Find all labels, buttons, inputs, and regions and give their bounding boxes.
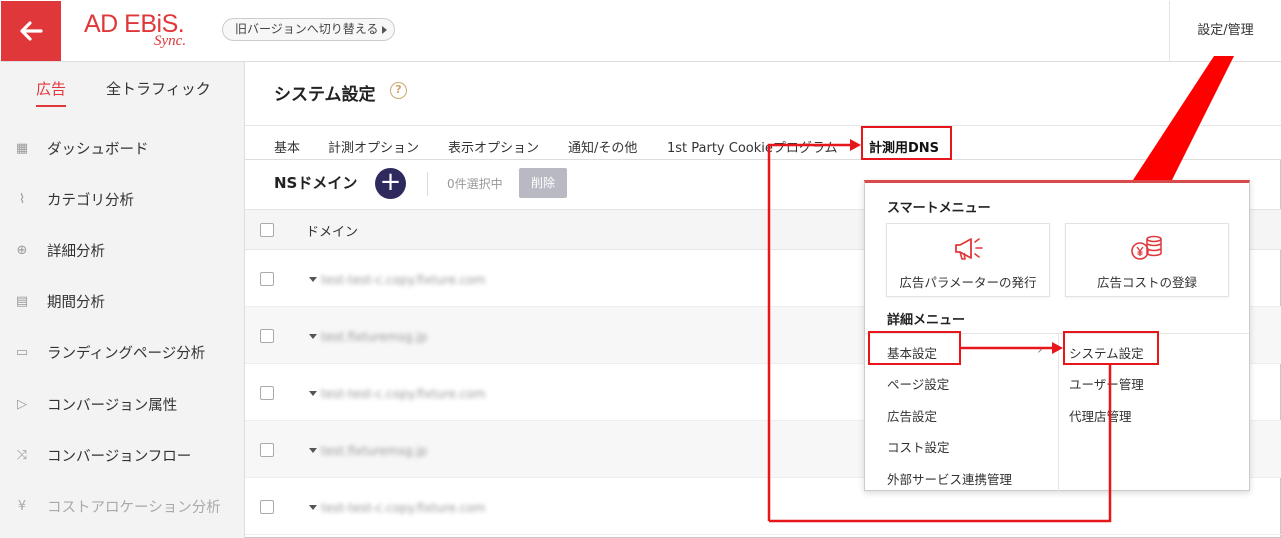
row-domain: test.fixturemsg.jp [321, 444, 428, 458]
yen-icon: ¥ [17, 498, 27, 514]
sidebar-tabs: 広告 全トラフィック [0, 62, 244, 124]
smart-card-label: 広告コストの登録 [1096, 275, 1197, 290]
switch-version-button[interactable]: 旧バージョンへ切り替える [222, 18, 396, 41]
switch-version-label: 旧バージョンへ切り替える [235, 22, 379, 36]
sidebar-item-detail-analysis[interactable]: ⊕ 詳細分析 [0, 225, 244, 276]
tab-notification-other[interactable]: 通知/その他 [568, 137, 637, 156]
sidebar-item-period-analysis[interactable]: ▤ 期間分析 [0, 276, 244, 327]
smart-card-ad-parameter[interactable]: 広告パラメーターの発行 [886, 223, 1050, 297]
tab-1st-party-cookie[interactable]: 1st Party Cookieプログラム [667, 137, 838, 156]
menu-item-ad-settings[interactable]: 広告設定 [887, 406, 937, 425]
menu-item-external-services[interactable]: 外部サービス連携管理 [887, 469, 1012, 488]
row-domain: test-test-c.copy.fixture.com [321, 501, 486, 515]
detail-menu-title: 詳細メニュー [887, 313, 966, 328]
sidebar-item-dashboard[interactable]: ▦ ダッシュボード [0, 123, 244, 174]
smart-card-ad-cost[interactable]: 広告コストの登録 [1065, 223, 1229, 297]
sidebar-item-label: コンバージョンフロー [47, 449, 192, 465]
row-checkbox[interactable] [260, 272, 274, 286]
shuffle-icon: ⤨ [16, 447, 28, 463]
arrow-left-icon [20, 21, 43, 41]
menu-item-cost-settings[interactable]: コスト設定 [887, 437, 950, 456]
grid-icon: ▦ [15, 140, 29, 156]
help-icon[interactable]: ? [390, 82, 407, 99]
adebis-logo[interactable]: AD EBiS. Sync. [84, 10, 204, 54]
column-header-domain: ドメイン [306, 225, 359, 240]
highlight-box-system-settings [1063, 331, 1159, 365]
window-icon: ▭ [15, 344, 29, 360]
sidebar-item-conversion-flow[interactable]: ⤨ コンバージョンフロー [0, 430, 244, 481]
sidebar: 広告 全トラフィック ▦ ダッシュボード ⌇ カテゴリ分析 ⊕ 詳細分析 ▤ 期… [0, 62, 245, 538]
smart-card-label: 広告パラメーターの発行 [899, 275, 1037, 290]
logo-sub-text: Sync. [154, 33, 187, 49]
trend-icon: ⌇ [18, 191, 26, 207]
row-checkbox[interactable] [260, 386, 274, 400]
menu-item-page-settings[interactable]: ページ設定 [887, 374, 949, 393]
expand-caret-icon[interactable] [309, 505, 317, 510]
highlight-box-dns-tab [861, 126, 952, 160]
expand-caret-icon[interactable] [309, 277, 317, 282]
sidebar-item-label: 詳細分析 [47, 244, 105, 260]
select-all-checkbox[interactable] [260, 223, 274, 237]
tab-display-options[interactable]: 表示オプション [448, 137, 539, 156]
page-title: システム設定 [274, 85, 376, 105]
add-domain-button[interactable]: + [375, 168, 406, 199]
expand-caret-icon[interactable] [309, 334, 317, 339]
menu-column-divider [1058, 334, 1059, 492]
yen-coins-icon [1066, 234, 1228, 262]
row-domain: test.fixturemsg.jp [321, 330, 428, 344]
expand-caret-icon[interactable] [309, 448, 317, 453]
flag-icon: ▷ [17, 396, 27, 412]
delete-button[interactable]: 削除 [519, 168, 567, 198]
smart-menu-title: スマートメニュー [887, 201, 991, 216]
back-button[interactable] [1, 1, 61, 61]
megaphone-icon [887, 234, 1049, 262]
highlight-box-basic-settings [868, 331, 961, 365]
settings-tabs: 基本 計測オプション 表示オプション 通知/その他 1st Party Cook… [245, 126, 1281, 160]
sidebar-item-label: ダッシュボード [47, 142, 149, 158]
row-checkbox[interactable] [260, 500, 274, 514]
caret-right-icon [382, 26, 388, 34]
row-checkbox[interactable] [260, 329, 274, 343]
menu-item-agency-management[interactable]: 代理店管理 [1069, 406, 1132, 425]
sidebar-item-landing-page-analysis[interactable]: ▭ ランディングページ分析 [0, 327, 244, 378]
sidebar-item-label: 期間分析 [47, 295, 105, 311]
tab-basic[interactable]: 基本 [274, 137, 300, 156]
menu-item-user-management[interactable]: ユーザー管理 [1069, 374, 1144, 393]
magnifier-icon: ⊕ [16, 242, 28, 258]
sidebar-item-label: コストアロケーション分析 [47, 500, 221, 516]
settings-admin-link[interactable]: 設定/管理 [1169, 1, 1281, 61]
sidebar-item-label: カテゴリ分析 [47, 193, 134, 209]
tab-measurement-options[interactable]: 計測オプション [328, 137, 419, 156]
row-domain: test-test-c.copy.fixture.com [321, 387, 486, 401]
row-checkbox[interactable] [260, 443, 274, 457]
chevron-right-icon: › [1037, 342, 1043, 358]
sidebar-item-conversion-attributes[interactable]: ▷ コンバージョン属性 [0, 379, 244, 430]
sidebar-tab-all-traffic[interactable]: 全トラフィック [106, 78, 211, 105]
sidebar-item-label: コンバージョン属性 [47, 398, 178, 414]
sidebar-item-cost-allocation[interactable]: ¥ コストアロケーション分析 [0, 481, 244, 532]
top-header: AD EBiS. Sync. 旧バージョンへ切り替える 設定/管理 [0, 0, 1281, 62]
sidebar-tab-ads[interactable]: 広告 [36, 78, 67, 107]
toolbar-divider [427, 172, 428, 196]
selected-count: 0件選択中 [447, 177, 503, 191]
sidebar-item-label: ランディングページ分析 [47, 346, 206, 362]
sidebar-item-category-analysis[interactable]: ⌇ カテゴリ分析 [0, 174, 244, 225]
calendar-icon: ▤ [15, 293, 29, 309]
expand-caret-icon[interactable] [309, 391, 317, 396]
ns-domain-title: NSドメイン [274, 174, 358, 192]
row-domain: test-test-c.copy.fixture.com [321, 273, 486, 287]
